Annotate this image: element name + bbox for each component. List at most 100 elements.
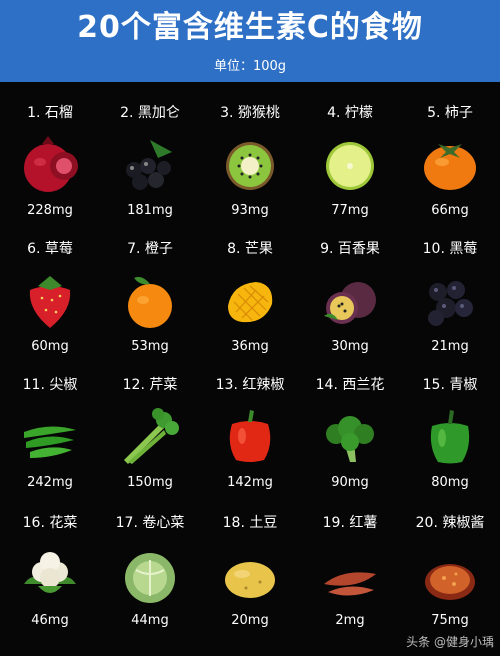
food-item: 17. 卷心菜 44mg [100, 506, 200, 641]
item-amount: 46mg [31, 613, 69, 628]
passionfruit-icon [320, 266, 380, 332]
watermark: 头条 @健身小瑀 [406, 635, 494, 649]
unit-label: 单位：100g [213, 59, 287, 74]
item-amount: 2mg [335, 613, 365, 628]
item-amount: 20mg [231, 613, 269, 628]
item-name: 石榴 [44, 105, 73, 121]
item-name: 猕猴桃 [237, 105, 280, 121]
food-item: 8. 芒果 36mg [200, 232, 300, 367]
item-rank: 7. [127, 241, 141, 257]
item-rank: 9. [320, 241, 334, 257]
item-amount: 150mg [127, 475, 173, 490]
potato-icon [220, 540, 280, 606]
item-amount: 66mg [431, 203, 469, 218]
food-item: 13. 红辣椒 142mg [200, 368, 300, 503]
food-item: 15. 青椒 80mg [400, 368, 500, 503]
item-amount: 142mg [227, 475, 273, 490]
item-rank: 12. [122, 377, 145, 393]
food-item: 10. 黑莓 21mg [400, 232, 500, 367]
item-name: 柠檬 [344, 105, 373, 121]
item-name: 花菜 [49, 515, 78, 531]
orange-icon [120, 266, 180, 332]
item-amount: 77mg [331, 203, 369, 218]
chili-sauce-icon [420, 540, 480, 606]
kiwi-icon [220, 130, 280, 196]
item-rank: 15. [422, 377, 445, 393]
item-amount: 228mg [27, 203, 73, 218]
lemon-icon [320, 130, 380, 196]
item-rank: 5. [427, 105, 441, 121]
header-banner: 20个富含维生素C的食物 单位：100g [0, 0, 500, 82]
food-item: 14. 西兰花 90mg [300, 368, 400, 503]
item-name: 青椒 [449, 377, 478, 393]
item-amount: 30mg [331, 339, 369, 354]
sweet-potato-icon [320, 540, 380, 606]
broccoli-icon [320, 402, 380, 468]
food-item: 3. 猕猴桃 93mg [200, 96, 300, 231]
green-chili-icon [20, 402, 80, 468]
food-item: 9. 百香果 30mg [300, 232, 400, 367]
food-item: 1. 石榴 228mg [0, 96, 100, 231]
persimmon-icon [420, 130, 480, 196]
item-amount: 90mg [331, 475, 369, 490]
item-rank: 13. [215, 377, 238, 393]
item-name: 黑加仑 [137, 105, 180, 121]
item-amount: 36mg [231, 339, 269, 354]
food-item: 7. 橙子 53mg [100, 232, 200, 367]
item-rank: 4. [327, 105, 341, 121]
item-amount: 60mg [31, 339, 69, 354]
food-grid: 1. 石榴 228mg 2. 黑加仑 181mg 3. 猕猴桃 93mg 4. … [0, 96, 500, 656]
item-rank: 10. [422, 241, 445, 257]
item-amount: 53mg [131, 339, 169, 354]
item-rank: 11. [22, 377, 45, 393]
item-amount: 242mg [27, 475, 73, 490]
item-rank: 3. [220, 105, 234, 121]
food-item: 5. 柿子 66mg [400, 96, 500, 231]
green-pepper-icon [420, 402, 480, 468]
celery-icon [120, 402, 180, 468]
strawberry-icon [20, 266, 80, 332]
item-rank: 20. [415, 515, 438, 531]
item-name: 红辣椒 [242, 377, 285, 393]
item-rank: 8. [227, 241, 241, 257]
item-name: 尖椒 [49, 377, 78, 393]
item-name: 红薯 [349, 515, 378, 531]
food-item: 18. 土豆 20mg [200, 506, 300, 641]
item-rank: 1. [27, 105, 41, 121]
item-name: 西兰花 [342, 377, 385, 393]
item-amount: 80mg [431, 475, 469, 490]
food-item: 11. 尖椒 242mg [0, 368, 100, 503]
item-rank: 16. [22, 515, 45, 531]
food-item: 20. 辣椒酱 75mg [400, 506, 500, 641]
item-name: 橙子 [144, 241, 173, 257]
item-amount: 75mg [431, 613, 469, 628]
item-name: 柿子 [444, 105, 473, 121]
item-name: 芹菜 [149, 377, 178, 393]
pomegranate-icon [20, 130, 80, 196]
food-item: 16. 花菜 46mg [0, 506, 100, 641]
page-title: 20个富含维生素C的食物 [77, 10, 423, 45]
item-name: 卷心菜 [142, 515, 185, 531]
item-name: 草莓 [44, 241, 73, 257]
item-name: 芒果 [244, 241, 273, 257]
item-name: 百香果 [337, 241, 380, 257]
item-name: 黑莓 [449, 241, 478, 257]
item-amount: 181mg [127, 203, 173, 218]
item-rank: 17. [115, 515, 138, 531]
food-item: 2. 黑加仑 181mg [100, 96, 200, 231]
item-amount: 21mg [431, 339, 469, 354]
item-rank: 2. [120, 105, 134, 121]
food-item: 19. 红薯 2mg [300, 506, 400, 641]
blackcurrant-icon [120, 130, 180, 196]
item-amount: 44mg [131, 613, 169, 628]
cauliflower-icon [20, 540, 80, 606]
blackberry-icon [420, 266, 480, 332]
cabbage-icon [120, 540, 180, 606]
item-name: 土豆 [249, 515, 278, 531]
item-rank: 14. [315, 377, 338, 393]
item-rank: 6. [27, 241, 41, 257]
red-pepper-icon [220, 402, 280, 468]
item-rank: 19. [322, 515, 345, 531]
item-name: 辣椒酱 [442, 515, 485, 531]
food-item: 4. 柠檬 77mg [300, 96, 400, 231]
